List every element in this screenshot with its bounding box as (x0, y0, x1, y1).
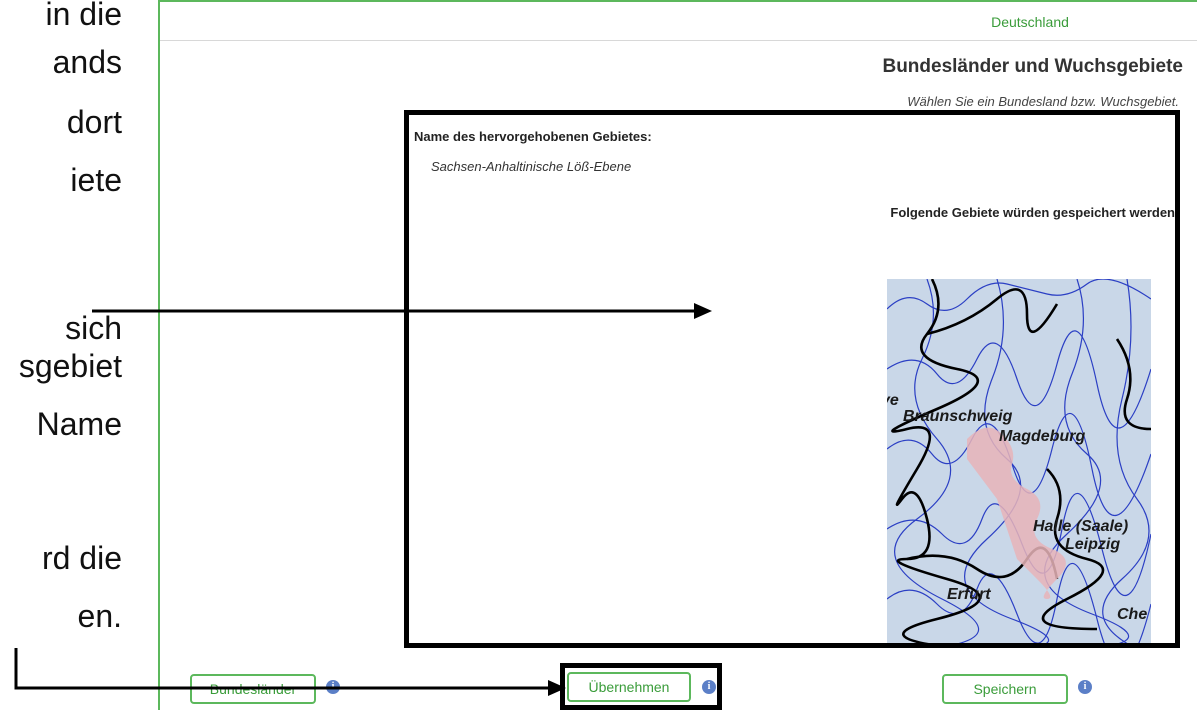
page-subtitle: Wählen Sie ein Bundesland bzw. Wuchsgebi… (907, 94, 1179, 109)
save-list-heading: Folgende Gebiete würden gespeichert werd… (890, 205, 1175, 220)
side-instruction-text: in die ands dort iete sich sgebiet Name … (0, 0, 160, 710)
side-text-line: dort (66, 104, 122, 140)
tab-deutschland[interactable]: Deutschland (960, 14, 1100, 30)
region-map[interactable]: ve Braunschweig Magdeburg Halle (Saale) … (887, 279, 1151, 648)
speichern-button[interactable]: Speichern (942, 674, 1068, 704)
side-text-line: rd die (41, 540, 122, 576)
side-text-line: Name (36, 406, 122, 442)
page-title: Bundesländer und Wuchsgebiete (882, 56, 1183, 77)
info-icon[interactable]: i (1078, 680, 1092, 694)
tab-bar: Deutschland (160, 2, 1197, 41)
city-label: Braunschweig (903, 408, 1013, 425)
side-text-line: sgebiet (18, 348, 122, 384)
side-text-line: in die (45, 0, 123, 32)
uebernehmen-button[interactable]: Übernehmen (567, 672, 691, 702)
city-label: Leipzig (1065, 536, 1120, 553)
city-label: Che (1117, 606, 1147, 623)
content-highlight-frame: Name des hervorgehobenen Gebietes: Sachs… (404, 110, 1180, 648)
side-text-line: sich (65, 310, 122, 346)
highlighted-area-name: Sachsen-Anhaltinische Löß-Ebene (431, 159, 632, 174)
side-text-line: en. (77, 598, 122, 634)
map-graphic[interactable]: ve Braunschweig Magdeburg Halle (Saale) … (887, 279, 1151, 648)
bundeslaender-button[interactable]: Bundesländer (190, 674, 316, 704)
info-icon[interactable]: i (702, 680, 716, 694)
city-label: Halle (Saale) (1033, 518, 1128, 535)
city-label: Erfurt (947, 586, 991, 603)
side-text-line: iete (70, 162, 122, 198)
city-label: ve (887, 392, 899, 409)
city-label: Magdeburg (999, 428, 1085, 445)
info-icon[interactable]: i (326, 680, 340, 694)
highlighted-area-label: Name des hervorgehobenen Gebietes: (414, 129, 652, 144)
side-text-line: ands (52, 44, 122, 80)
